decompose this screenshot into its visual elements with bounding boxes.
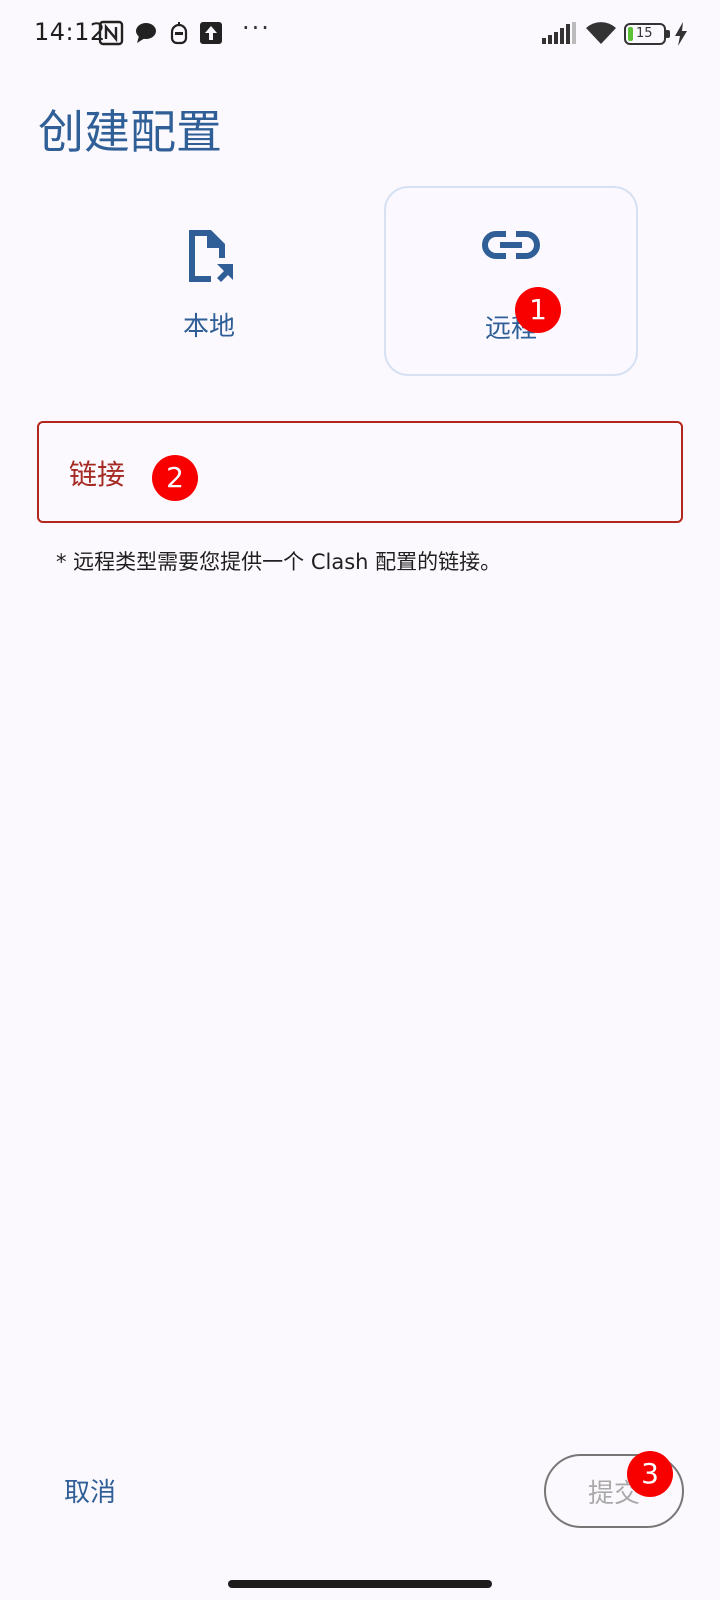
cancel-button[interactable]: 取消 [50, 1460, 170, 1520]
type-option-remote[interactable]: 远程 [384, 186, 638, 376]
marker-2: 2 [152, 455, 198, 501]
nfc-icon [98, 20, 124, 46]
signal-icon [542, 22, 576, 48]
file-arrow-icon [181, 226, 237, 290]
status-bar: 14:12 ··· 15 [0, 0, 720, 70]
chat-bubble-icon [133, 20, 159, 46]
robot-icon [166, 20, 192, 46]
home-indicator[interactable] [228, 1580, 492, 1588]
charging-icon [674, 22, 688, 50]
url-field[interactable]: 链接 [37, 421, 683, 523]
battery-icon: 15 [624, 23, 670, 45]
page-title: 创建配置 [38, 105, 222, 159]
wifi-icon [584, 20, 618, 50]
type-option-local[interactable]: 本地 [82, 186, 336, 376]
upload-icon [198, 20, 224, 46]
status-time: 14:12 [34, 18, 106, 46]
type-label-local: 本地 [182, 312, 235, 342]
link-icon [482, 228, 540, 266]
create-profile-screen: 14:12 ··· 15 创建配置 本地 远程 链接 * 远程类型需要您提供一个… [0, 0, 720, 1600]
marker-1: 1 [515, 287, 561, 333]
more-notifications-indicator: ··· [242, 14, 271, 42]
type-label-remote: 远程 [484, 314, 537, 344]
marker-3: 3 [627, 1451, 673, 1497]
battery-level: 15 [636, 26, 653, 41]
url-hint-text: * 远程类型需要您提供一个 Clash 配置的链接。 [56, 550, 502, 574]
battery-fill [628, 27, 633, 41]
